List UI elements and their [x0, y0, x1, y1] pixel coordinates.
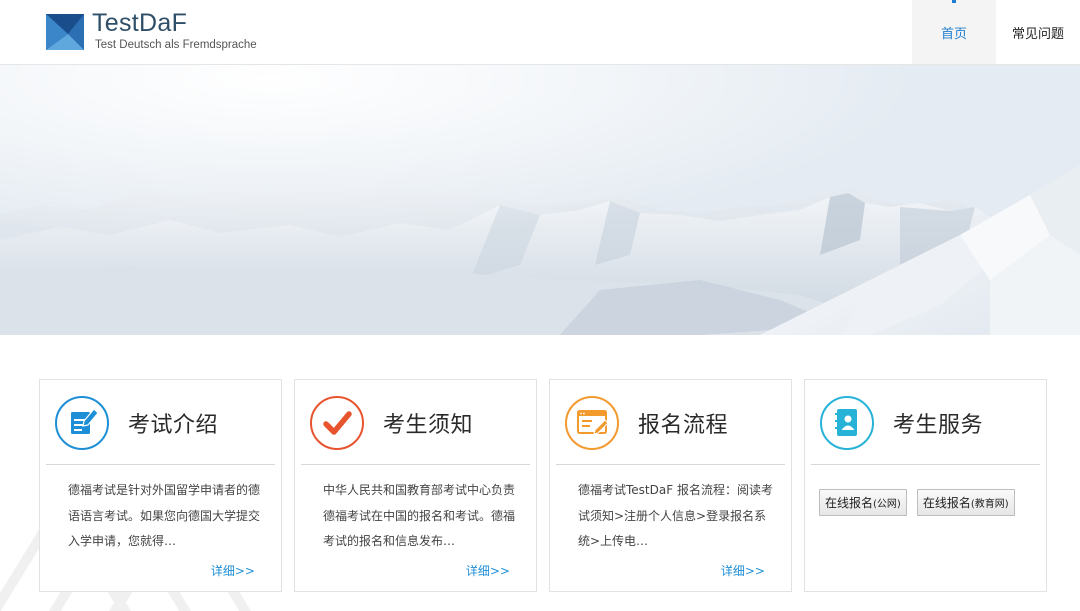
online-registration-public-button[interactable]: 在线报名 (公网)	[819, 489, 907, 516]
main-content: 考试介绍 德福考试是针对外国留学申请者的德语语言考试。如果您向德国大学提交入学申…	[0, 335, 1080, 611]
card-candidate-notice: 考生须知 中华人民共和国教育部考试中心负责德福考试在中国的报名和考试。德福考试的…	[294, 379, 537, 592]
testdaf-logo-icon	[46, 14, 84, 50]
service-buttons: 在线报名 (公网) 在线报名 (教育网)	[819, 489, 1015, 516]
details-link[interactable]: 详细>>	[721, 562, 765, 579]
main-nav: 首页 常见问题	[912, 0, 1080, 64]
card-description: 中华人民共和国教育部考试中心负责德福考试在中国的报名和考试。德福考试的报名和信息…	[323, 483, 516, 548]
card-registration-process: 报名流程 德福考试TestDaF 报名流程：阅读考试须知>注册个人信息>登录报名…	[549, 379, 792, 592]
button-label: 在线报名	[922, 496, 971, 510]
registration-form-icon	[565, 396, 619, 450]
contact-book-icon	[820, 396, 874, 450]
card-header: 考生服务	[811, 380, 1040, 465]
online-registration-edu-button[interactable]: 在线报名 (教育网)	[916, 489, 1015, 516]
card-candidate-services: 考生服务 在线报名 (公网) 在线报名 (教育网)	[804, 379, 1047, 592]
card-exam-intro: 考试介绍 德福考试是针对外国留学申请者的德语语言考试。如果您向德国大学提交入学申…	[39, 379, 282, 592]
hero-banner	[0, 65, 1080, 335]
card-description: 德福考试是针对外国留学申请者的德语语言考试。如果您向德国大学提交入学申请，您就得…	[68, 483, 261, 548]
nav-home[interactable]: 首页	[912, 0, 996, 64]
card-header: 报名流程	[556, 380, 785, 465]
card-description: 德福考试TestDaF 报名流程：阅读考试须知>注册个人信息>登录报名系统>上传…	[578, 483, 773, 548]
button-sublabel: (教育网)	[970, 499, 1009, 510]
card-title: 考试介绍	[128, 413, 219, 438]
card-title: 考生服务	[893, 413, 984, 438]
mountain-banner-image	[0, 65, 1080, 335]
site-logo[interactable]: TestDaF Test Deutsch als Fremdsprache	[46, 9, 286, 54]
checkmark-icon	[310, 396, 364, 450]
nav-faq[interactable]: 常见问题	[996, 0, 1080, 64]
details-link[interactable]: 详细>>	[211, 562, 255, 579]
logo-title: TestDaF	[92, 9, 188, 37]
card-header: 考试介绍	[46, 380, 275, 465]
logo-subtitle: Test Deutsch als Fremdsprache	[95, 39, 257, 51]
card-title: 考生须知	[383, 413, 474, 438]
button-sublabel: (公网)	[873, 499, 901, 510]
card-header: 考生须知	[301, 380, 530, 465]
button-label: 在线报名	[825, 496, 874, 510]
card-title: 报名流程	[638, 413, 729, 438]
site-header: TestDaF Test Deutsch als Fremdsprache 首页…	[0, 0, 1080, 65]
details-link[interactable]: 详细>>	[466, 562, 510, 579]
document-edit-icon	[55, 396, 109, 450]
